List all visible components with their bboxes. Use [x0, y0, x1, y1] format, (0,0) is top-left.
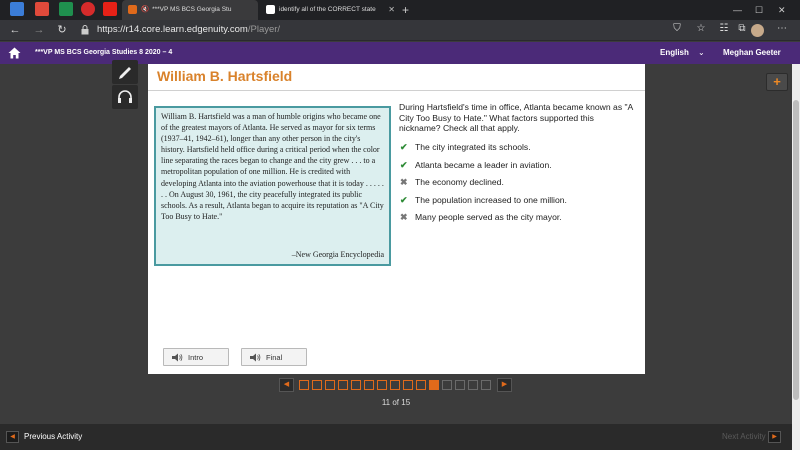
previous-activity-button[interactable]: Previous Activity: [24, 424, 82, 450]
maximize-icon[interactable]: ☐: [755, 0, 763, 20]
page-dot[interactable]: [312, 380, 322, 390]
card-header: William B. Hartsfield: [148, 64, 645, 91]
answer-option[interactable]: ✔ Atlanta became a leader in aviation.: [400, 160, 640, 178]
page-title: William B. Hartsfield: [157, 68, 293, 84]
page-dot[interactable]: [299, 380, 309, 390]
close-window-icon[interactable]: ✕: [778, 0, 786, 20]
answer-option[interactable]: ✔ The city integrated its schools.: [400, 142, 640, 160]
edgenuity-icon: [128, 4, 137, 14]
page-dot[interactable]: [416, 380, 426, 390]
final-label: Final: [266, 353, 283, 362]
activity-card: William B. Hartsfield William B. Hartsfi…: [148, 64, 645, 374]
url-path: /Player/: [247, 24, 281, 35]
chevron-down-icon[interactable]: ⌄: [698, 42, 705, 64]
scrollbar-thumb[interactable]: [793, 100, 799, 400]
profile-avatar[interactable]: [751, 24, 764, 37]
speaker-icon: [172, 353, 183, 362]
next-activity-button[interactable]: Next Activity: [722, 424, 766, 450]
page-dot-current[interactable]: [429, 380, 439, 390]
answer-label: The economy declined.: [415, 177, 504, 188]
browser-toolbar: ← → ↻ https://r14.core.learn.edgenuity.c…: [0, 20, 800, 41]
reload-icon[interactable]: ↻: [55, 23, 69, 37]
prev-page-button[interactable]: ◀: [279, 378, 294, 392]
course-title: ***VP MS BCS Georgia Studies 8 2020 – 4: [35, 49, 173, 56]
check-icon: ✔: [400, 142, 408, 152]
page-dot[interactable]: [403, 380, 413, 390]
tab-label: ***VP MS BCS Georgia Stu: [152, 6, 232, 13]
home-icon[interactable]: [8, 47, 21, 59]
forward-icon[interactable]: →: [32, 23, 46, 37]
favorites-bar-icon[interactable]: ☷: [717, 23, 731, 34]
intro-audio-button[interactable]: Intro: [163, 348, 229, 366]
answer-label: The population increased to one million.: [415, 194, 567, 205]
page-dot[interactable]: [390, 380, 400, 390]
classroom-tab-icon[interactable]: [59, 2, 73, 16]
url-host: https://r14.core.learn.edgenuity.com: [97, 24, 248, 35]
tab-edgenuity[interactable]: 🔇 ***VP MS BCS Georgia Stu: [122, 0, 258, 20]
reading-passage: William B. Hartsfield was a man of humbl…: [154, 106, 391, 266]
expand-tools-button[interactable]: +: [766, 73, 788, 91]
answer-label: The city integrated its schools.: [415, 142, 531, 152]
answer-label: Many people served as the city mayor.: [415, 212, 562, 223]
collections-icon[interactable]: ⧉: [735, 23, 749, 34]
tracking-icon[interactable]: ⛉: [670, 23, 684, 34]
minimize-icon[interactable]: —: [733, 0, 742, 20]
cross-icon: ✖: [400, 212, 408, 223]
check-icon: ✔: [400, 194, 408, 205]
pinned-tab-icon[interactable]: [10, 2, 24, 16]
answer-option[interactable]: ✖ The economy declined.: [400, 177, 640, 195]
answer-option[interactable]: ✖ Many people served as the city mayor.: [400, 212, 640, 230]
passage-text: William B. Hartsfield was a man of humbl…: [161, 112, 384, 221]
activity-footer: ◀ Previous Activity Next Activity ▶: [0, 424, 792, 450]
next-activity-arrow[interactable]: ▶: [768, 431, 781, 443]
passage-source: –New Georgia Encyclopedia: [291, 250, 384, 259]
brainly-icon: [266, 4, 275, 14]
youtube-tab-icon[interactable]: [103, 2, 117, 16]
back-icon[interactable]: ←: [8, 23, 22, 37]
more-menu-icon[interactable]: ⋯: [775, 23, 789, 34]
page-dot[interactable]: [338, 380, 348, 390]
answer-label: Atlanta became a leader in aviation.: [415, 159, 552, 170]
new-tab-button[interactable]: +: [402, 0, 409, 20]
browser-tab-strip: 🔇 ***VP MS BCS Georgia Stu identify all o…: [0, 0, 800, 20]
pinterest-tab-icon[interactable]: [81, 2, 95, 16]
language-select[interactable]: English: [660, 42, 689, 64]
answer-list: ✔ The city integrated its schools. ✔ Atlan…: [400, 142, 640, 230]
tab-brainly[interactable]: identify all of the CORRECT state ✕: [260, 0, 400, 20]
address-bar[interactable]: https://r14.core.learn.edgenuity.com/Pla…: [97, 24, 280, 35]
page-count: 11 of 15: [381, 398, 411, 407]
lock-icon[interactable]: [81, 25, 89, 35]
favorite-icon[interactable]: ☆: [694, 23, 708, 34]
page-dot[interactable]: [325, 380, 335, 390]
audio-tool-button[interactable]: [112, 85, 138, 109]
final-audio-button[interactable]: Final: [241, 348, 307, 366]
page-dot[interactable]: [351, 380, 361, 390]
page-dot[interactable]: [364, 380, 374, 390]
cross-icon: ✖: [400, 177, 408, 188]
answer-option[interactable]: ✔ The population increased to one million…: [400, 195, 640, 213]
previous-activity-arrow[interactable]: ◀: [6, 431, 19, 443]
check-icon: ✔: [400, 159, 408, 170]
tab-label: identify all of the CORRECT state: [279, 6, 376, 13]
next-page-button[interactable]: ▶: [497, 378, 512, 392]
page-dot[interactable]: [377, 380, 387, 390]
pencil-icon: [119, 67, 131, 79]
page-dot[interactable]: [455, 380, 465, 390]
gmail-tab-icon[interactable]: [35, 2, 49, 16]
page-dot[interactable]: [468, 380, 478, 390]
question-text: During Hartsfield's time in office, Atla…: [399, 102, 633, 133]
intro-label: Intro: [188, 353, 204, 362]
speaker-icon: [250, 353, 261, 362]
close-tab-icon[interactable]: ✕: [388, 0, 395, 20]
mute-icon: 🔇: [141, 6, 150, 13]
pencil-tool-button[interactable]: [112, 60, 138, 84]
user-name[interactable]: Meghan Geeter: [723, 42, 781, 64]
page-dot[interactable]: [442, 380, 452, 390]
headphones-icon: [118, 90, 132, 103]
page-dot[interactable]: [481, 380, 491, 390]
